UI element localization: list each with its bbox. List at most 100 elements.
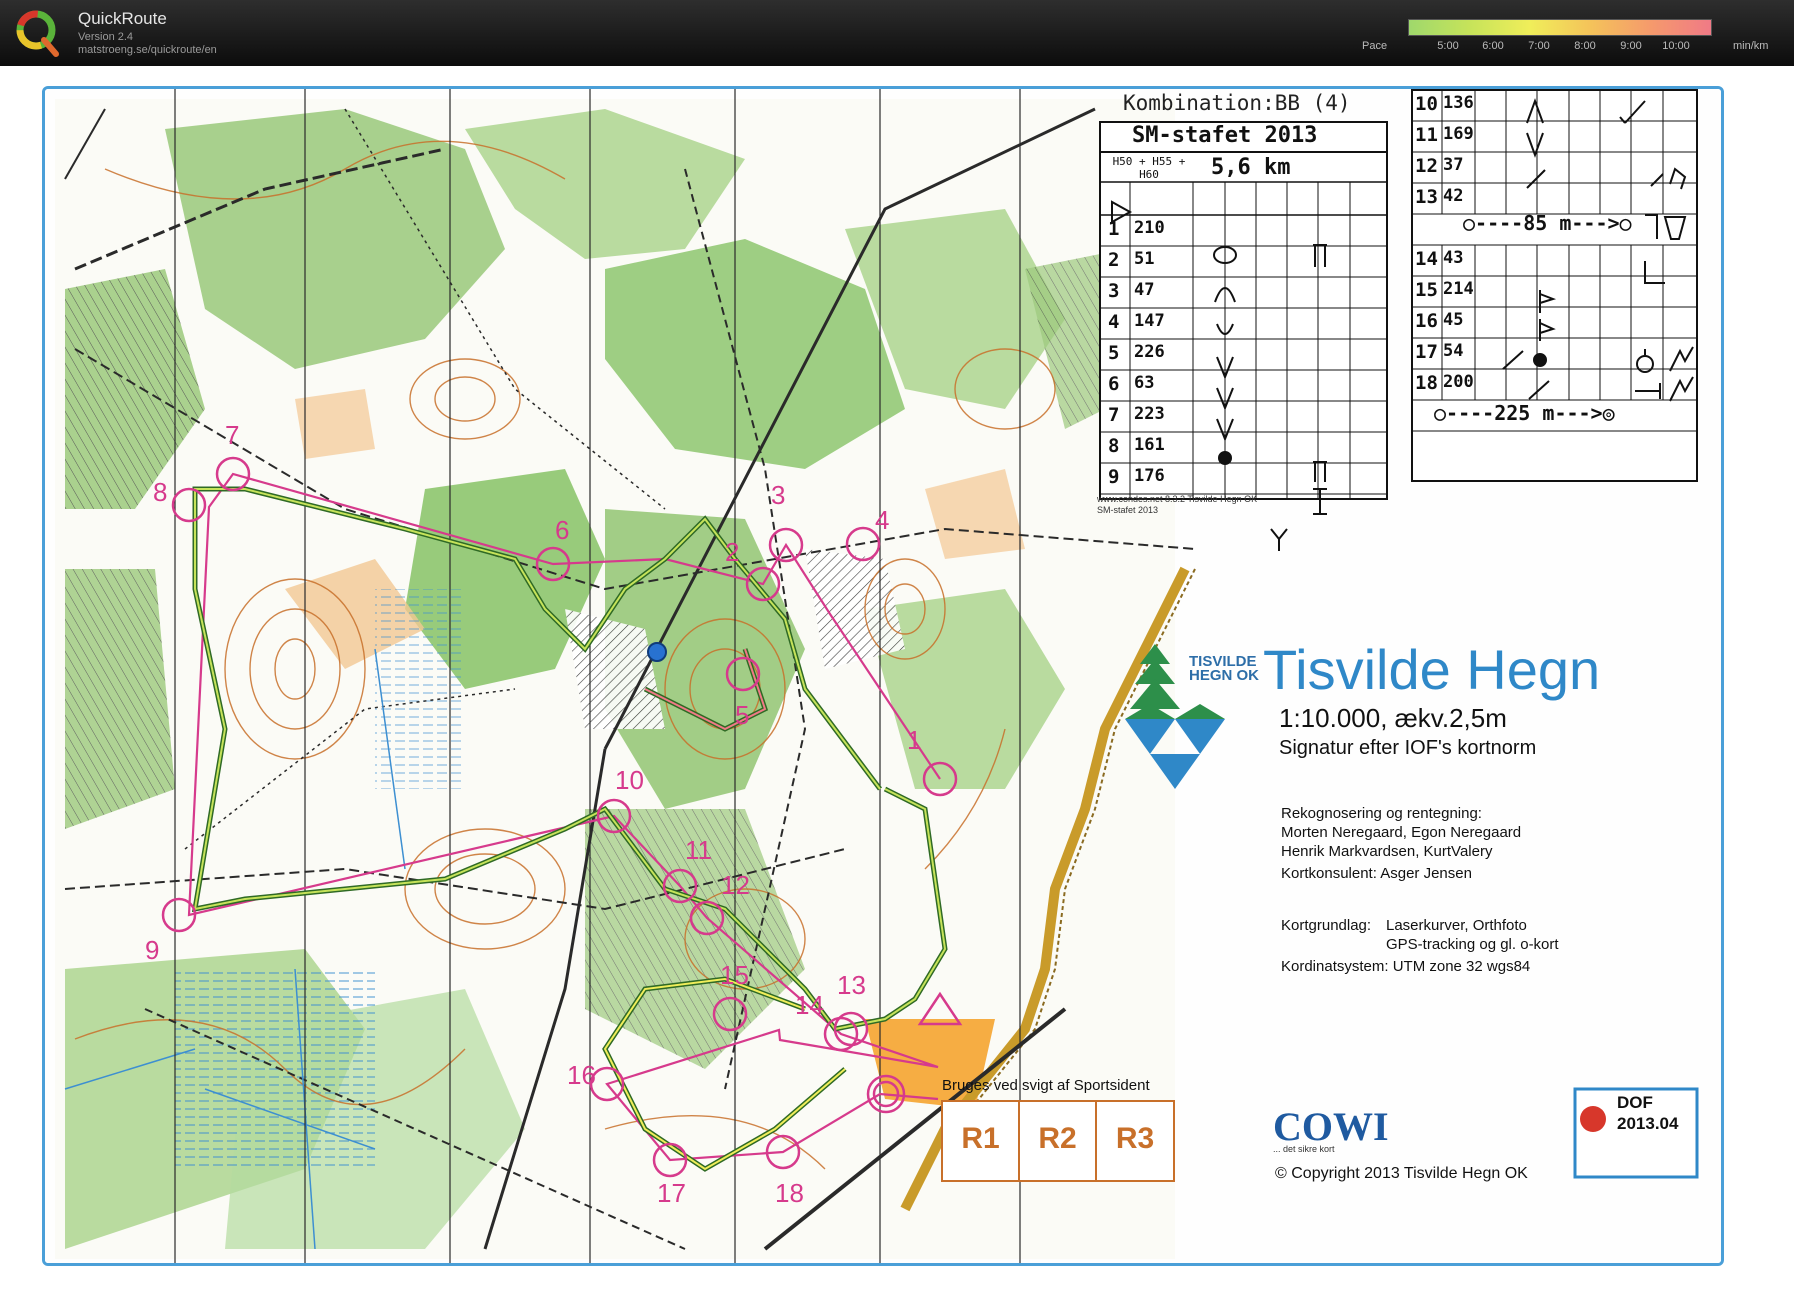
pace-tick: 8:00: [1574, 40, 1596, 52]
control-number: 14: [1415, 248, 1438, 270]
map-norm: Signatur efter IOF's kortnorm: [1279, 737, 1537, 759]
software-credit-2: SM-stafet 2013: [1097, 505, 1159, 515]
control-number-label: 15: [720, 960, 749, 990]
control-code: 210: [1134, 218, 1165, 238]
consultant: Kortkonsulent: Asger Jensen: [1281, 865, 1472, 882]
control-number-label: 7: [225, 420, 240, 450]
basis-label: Kortgrundlag:: [1281, 917, 1372, 934]
event-title: Kombination:BB (4): [1123, 91, 1351, 115]
dof-label: DOF: [1617, 1093, 1653, 1112]
basis-line2: GPS-tracking og gl. o-kort: [1386, 936, 1559, 953]
control-number-label: 17: [657, 1178, 686, 1208]
pace-tick: 6:00: [1482, 40, 1504, 52]
control-code: 42: [1443, 186, 1464, 206]
control-number: 7: [1108, 404, 1120, 426]
control-code: 37: [1443, 155, 1464, 175]
control-code: 223: [1134, 404, 1165, 424]
control-number-label: 18: [775, 1178, 804, 1208]
marked-route-1: ○----85 m--->○: [1463, 211, 1632, 235]
control-code: 45: [1443, 310, 1464, 330]
control-number: 1: [1108, 218, 1120, 240]
control-number: 2: [1108, 249, 1120, 271]
control-number-label: 3: [771, 480, 786, 510]
control-number-label: 2: [725, 537, 740, 567]
control-number: 12: [1415, 155, 1438, 177]
basis-line1: Laserkurver, Orthfoto: [1386, 917, 1527, 934]
control-number-label: 13: [837, 970, 866, 1000]
control-code: 63: [1134, 373, 1155, 393]
control-number: 10: [1415, 93, 1438, 115]
credits-line1: Morten Neregaard, Egon Neregaard: [1281, 824, 1522, 841]
club-name-line2: HEGN OK: [1189, 667, 1260, 684]
app-version: Version 2.4: [78, 31, 134, 43]
control-number: 15: [1415, 279, 1438, 301]
control-number-label: 5: [735, 700, 750, 730]
copyright: © Copyright 2013 Tisvilde Hegn OK: [1275, 1165, 1528, 1182]
control-code: 161: [1134, 435, 1165, 455]
control-code: 169: [1443, 124, 1474, 144]
pace-tick: 7:00: [1528, 40, 1550, 52]
control-number-label: 10: [615, 765, 644, 795]
control-number: 18: [1415, 372, 1438, 394]
pace-unit: min/km: [1733, 40, 1769, 52]
software-credit: www.condes.net 8.3.2 Tisvilde Hegn OK: [1097, 494, 1258, 504]
dof-number: 2013.04: [1617, 1114, 1679, 1133]
control-number-label: 11: [685, 835, 712, 865]
control-number: 4: [1108, 311, 1120, 333]
pace-tick: 10:00: [1662, 40, 1690, 52]
control-number-label: 16: [567, 1060, 596, 1090]
control-number-label: 12: [721, 870, 750, 900]
app-url-link[interactable]: matstroeng.se/quickroute/en: [78, 44, 217, 56]
event-name: SM-stafet 2013: [1132, 123, 1318, 148]
copyright-text: Copyright 2013 Tisvilde Hegn OK: [1291, 1165, 1528, 1182]
marked-route-2-distance: 225 m: [1494, 401, 1555, 425]
map-title: Tisvilde Hegn: [1263, 638, 1601, 701]
control-number-label: 14: [795, 990, 824, 1020]
cowi-tagline: ... det sikre kort: [1273, 1144, 1335, 1154]
control-code: 43: [1443, 248, 1464, 268]
control-code: 54: [1443, 341, 1464, 361]
credits-heading: Rekognosering og rentegning:: [1281, 805, 1482, 822]
control-number-label: 9: [145, 935, 160, 965]
control-number: 17: [1415, 341, 1438, 363]
class-label: H50 + H55 + H60: [1112, 155, 1186, 181]
marked-route-2: ○----225 m--->◎: [1434, 401, 1615, 425]
control-number-label: 4: [875, 505, 890, 535]
quickroute-logo-icon: [16, 10, 59, 57]
control-code: 200: [1443, 372, 1474, 392]
credits-line2: Henrik Markvardsen, KurtValery: [1281, 843, 1493, 860]
pace-tick: 9:00: [1620, 40, 1642, 52]
pace-tick: 5:00: [1437, 40, 1459, 52]
quickroute-window: QuickRoute Version 2.4 matstroeng.se/qui…: [0, 0, 1794, 1299]
control-code: 147: [1134, 311, 1165, 331]
backup-heading: Bruges ved svigt af Sportsident: [942, 1077, 1150, 1094]
control-number: 11: [1415, 124, 1438, 146]
control-number-label: 1: [907, 725, 922, 755]
app-header: QuickRoute Version 2.4 matstroeng.se/qui…: [0, 0, 1794, 66]
control-code: 136: [1443, 93, 1474, 113]
control-code: 214: [1443, 279, 1474, 299]
control-code: 226: [1134, 342, 1165, 362]
control-number-label: 6: [555, 515, 570, 545]
orienteering-map[interactable]: Kombination:BB (4) SM-stafet 2013 H50 + …: [42, 86, 1724, 1266]
backup-box-r1: R1: [961, 1122, 1000, 1155]
course-length: 5,6 km: [1211, 155, 1291, 180]
backup-box-r3: R3: [1115, 1122, 1155, 1155]
control-code: 47: [1134, 280, 1155, 300]
cowi-logo: COWI: [1273, 1104, 1389, 1149]
pace-gradient-bar: [1408, 19, 1712, 36]
control-number: 13: [1415, 186, 1438, 208]
control-number: 8: [1108, 435, 1120, 457]
app-title: QuickRoute: [78, 9, 167, 28]
map-scale: 1:10.000, ækv.2,5m: [1279, 703, 1507, 733]
control-code: 51: [1134, 249, 1155, 269]
control-number: 3: [1108, 280, 1120, 302]
control-number: 6: [1108, 373, 1120, 395]
runner-position-marker[interactable]: [647, 642, 667, 662]
backup-box-r2: R2: [1038, 1122, 1077, 1155]
pace-label: Pace: [1362, 40, 1388, 52]
control-number: 9: [1108, 466, 1120, 488]
marked-route-1-distance: 85 m: [1523, 211, 1572, 235]
control-number-label: 8: [153, 477, 168, 507]
control-number: 16: [1415, 310, 1438, 332]
